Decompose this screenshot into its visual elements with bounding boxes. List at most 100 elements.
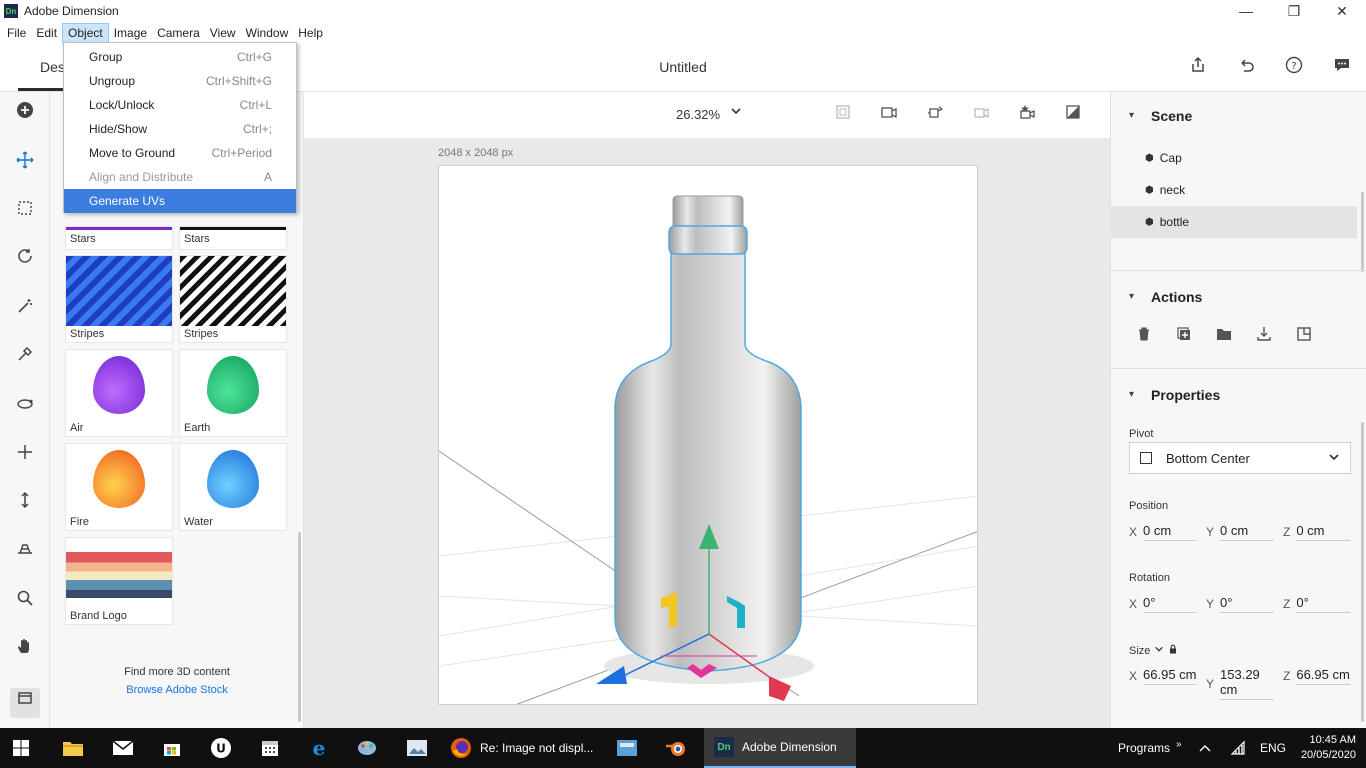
close-button[interactable]: ✕ [1318,0,1366,22]
menu-item-group[interactable]: Group Ctrl+G [64,45,296,69]
frame-icon[interactable] [832,104,854,126]
delete-icon[interactable] [1133,326,1155,348]
taskbar-firefox[interactable]: Re: Image not displ... [450,728,600,768]
asset-tile-stripes-1[interactable]: Stripes [65,255,173,343]
zoom-level[interactable]: 26.32% [676,107,720,122]
zoom-icon[interactable] [10,588,40,618]
camera-favorite-icon[interactable] [1016,104,1038,126]
help-icon[interactable]: ? [1282,56,1306,80]
menu-item-ungroup[interactable]: Ungroup Ctrl+Shift+G [64,69,296,93]
menu-item-align-distribute[interactable]: Align and Distribute A [64,165,296,189]
store-icon[interactable] [162,728,184,768]
position-y[interactable]: Y 0 cm [1206,523,1275,541]
properties-scrollbar[interactable] [1361,422,1364,722]
render-preview-icon[interactable] [1062,104,1084,126]
size-x[interactable]: X 66.95 cm [1129,667,1198,685]
rotation-y[interactable]: Y 0° [1206,595,1275,613]
windows-start-icon[interactable] [12,728,36,768]
programs-toolbar[interactable]: Programs » [1118,728,1190,768]
calculator-icon[interactable] [616,728,640,768]
camera-update-icon[interactable] [970,104,992,126]
feedback-icon[interactable] [1330,56,1354,80]
rotation-z-value[interactable]: 0° [1296,595,1351,613]
taskbar-adobe-dimension[interactable]: Dn Adobe Dimension [704,728,856,768]
asset-tile-stars-1[interactable]: Stars [65,226,173,250]
asset-tile-earth[interactable]: Earth [179,349,287,437]
menu-item-generate-uvs[interactable]: Generate UVs [64,189,296,213]
rotation-z[interactable]: Z 0° [1283,595,1351,613]
mail-icon[interactable] [112,728,138,768]
chevron-up-icon[interactable] [1198,728,1216,768]
share-icon[interactable] [1186,56,1210,80]
menu-help[interactable]: Help [293,24,328,42]
menu-item-move-to-ground[interactable]: Move to Ground Ctrl+Period [64,141,296,165]
camera-bookmark-icon[interactable] [878,104,900,126]
asset-tile-water[interactable]: Water [179,443,287,531]
scene-item-neck[interactable]: ⬢ neck [1111,174,1357,206]
pan-camera-icon[interactable] [10,442,40,472]
sample-icon[interactable] [10,344,40,374]
rotate-camera-icon[interactable] [10,394,40,424]
scene-section-title[interactable]: Scene [1151,108,1192,124]
position-z-value[interactable]: 0 cm [1296,523,1351,541]
place-on-ground-icon[interactable] [1293,326,1315,348]
chevron-down-icon[interactable]: ▾ [1129,291,1134,302]
size-z[interactable]: Z 66.95 cm [1283,667,1351,685]
menu-edit[interactable]: Edit [31,24,62,42]
menu-object[interactable]: Object [62,23,109,43]
rotation-x[interactable]: X 0° [1129,595,1198,613]
asset-tile-stars-2[interactable]: Stars [179,226,287,250]
asset-tile-air[interactable]: Air [65,349,173,437]
maximize-button[interactable]: ❐ [1270,0,1318,22]
position-x-value[interactable]: 0 cm [1143,523,1198,541]
clock[interactable]: 10:45 AM 20/05/2020 [1296,728,1356,768]
edge-icon[interactable]: e [308,728,332,768]
chevron-down-icon[interactable] [1154,644,1164,657]
scene-scrollbar[interactable] [1361,192,1364,272]
viewport[interactable]: 2048 x 2048 px [304,138,1110,728]
scene-item-bottle[interactable]: ⬢ bottle [1111,206,1357,238]
menu-item-hide-show[interactable]: Hide/Show Ctrl+; [64,117,296,141]
photos-icon[interactable] [406,728,430,768]
export-icon[interactable] [1253,326,1275,348]
menu-window[interactable]: Window [241,24,294,42]
actions-section-title[interactable]: Actions [1151,289,1202,305]
marquee-select-icon[interactable] [10,198,40,228]
language-indicator[interactable]: ENG [1260,728,1286,768]
menu-view[interactable]: View [205,24,241,42]
properties-section-title[interactable]: Properties [1151,387,1220,403]
browse-adobe-stock-link[interactable]: Browse Adobe Stock [50,684,304,696]
chevron-down-icon[interactable]: ▾ [1129,110,1134,121]
add-content-icon[interactable] [10,100,40,130]
chevron-down-icon[interactable]: ▾ [1129,389,1134,400]
assets-scrollbar[interactable] [298,532,301,722]
canvas[interactable] [438,165,978,705]
size-z-value[interactable]: 66.95 cm [1296,667,1351,685]
menu-file[interactable]: File [2,24,31,42]
position-z[interactable]: Z 0 cm [1283,523,1351,541]
position-y-value[interactable]: 0 cm [1220,523,1275,541]
hand-icon[interactable] [10,636,40,666]
rotation-x-value[interactable]: 0° [1143,595,1198,613]
scene-item-cap[interactable]: ⬢ Cap [1111,142,1357,174]
chevron-down-icon[interactable] [730,105,742,120]
folder-icon[interactable] [1213,326,1235,348]
asset-tile-brand-logo[interactable]: Brand Logo [65,537,173,625]
dolly-camera-icon[interactable] [10,490,40,520]
lock-icon[interactable] [1168,644,1178,657]
magic-wand-icon[interactable] [10,296,40,326]
horizon-icon[interactable] [10,538,40,568]
duplicate-icon[interactable] [1173,326,1195,348]
asset-tile-fire[interactable]: Fire [65,443,173,531]
blender-icon[interactable] [664,728,690,768]
calendar-icon[interactable] [260,728,282,768]
menu-item-lock-unlock[interactable]: Lock/Unlock Ctrl+L [64,93,296,117]
paint-icon[interactable] [356,728,380,768]
orbit-icon[interactable] [10,246,40,276]
wifi-icon[interactable] [1230,728,1250,768]
minimize-button[interactable]: — [1222,0,1270,22]
pivot-select[interactable]: Bottom Center [1129,442,1351,474]
size-y-value[interactable]: 153.29 cm [1220,667,1275,700]
unreal-engine-icon[interactable]: U [210,728,234,768]
rotation-y-value[interactable]: 0° [1220,595,1275,613]
